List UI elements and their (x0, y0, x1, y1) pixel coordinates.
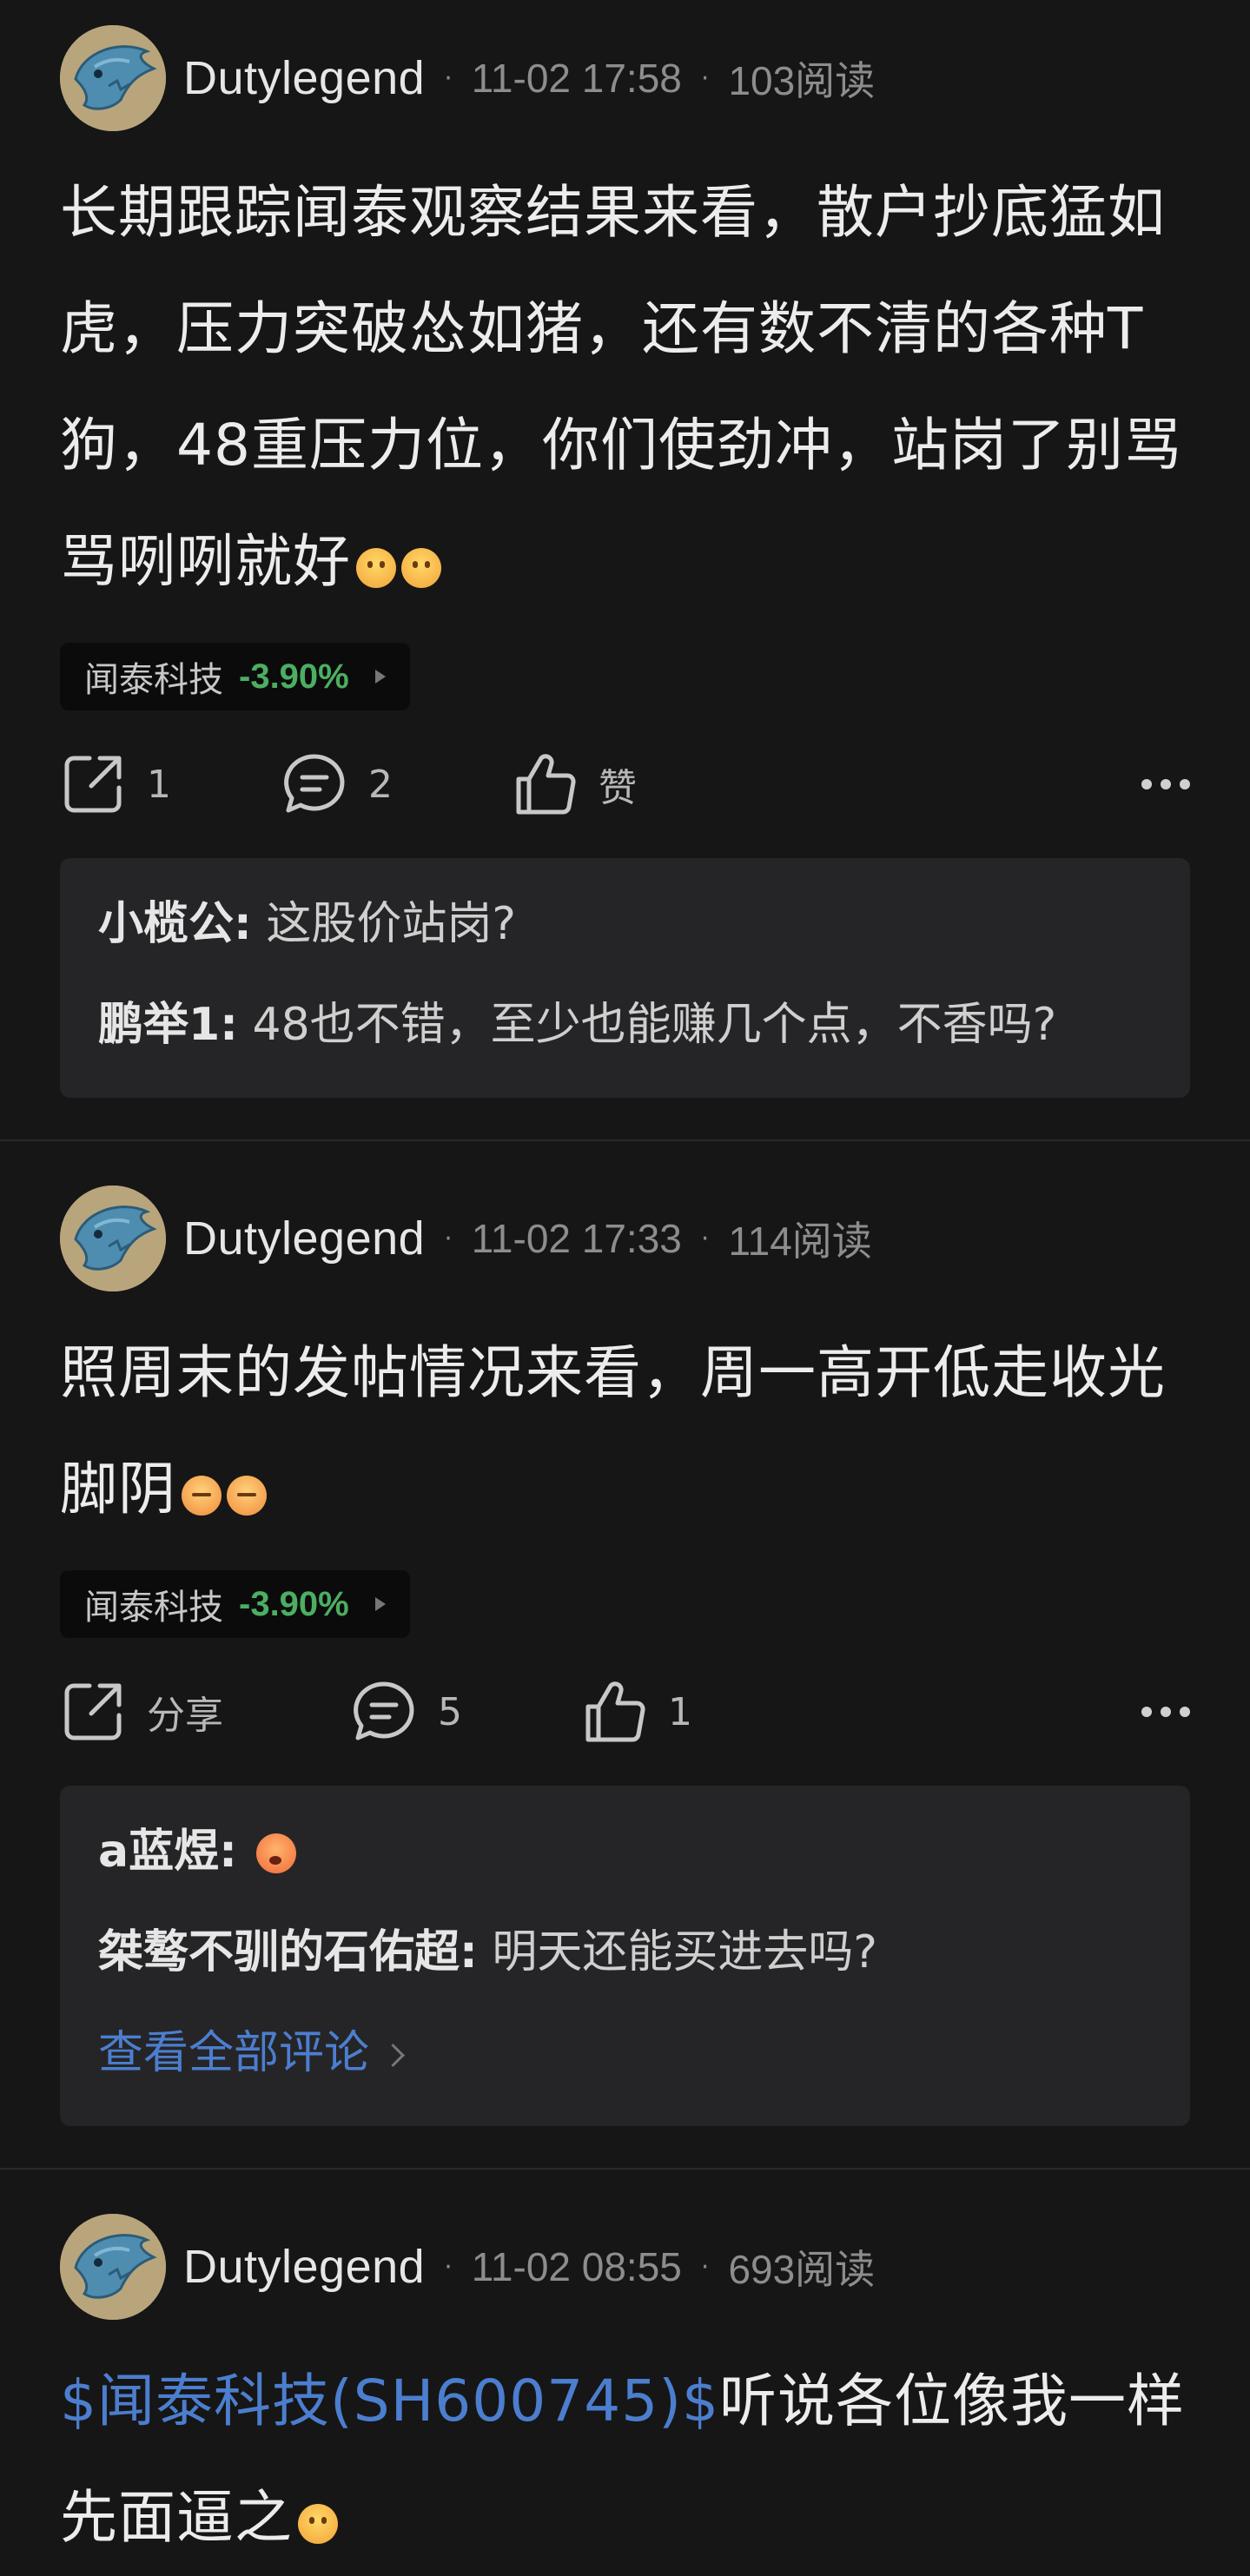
stock-name: 闻泰科技 (84, 660, 223, 700)
chevron-right-icon (381, 2043, 405, 2067)
share-count: 1 (147, 762, 171, 807)
separator-dot: · (700, 63, 710, 94)
separator-dot: · (444, 63, 453, 94)
post-time: 11-02 17:33 (471, 1216, 682, 1261)
post-time: 11-02 17:58 (471, 56, 682, 101)
sleepy-face-emoji (227, 1476, 267, 1516)
comment-text: 这股价站岗? (266, 898, 516, 950)
post-time: 11-02 08:55 (471, 2244, 682, 2289)
like-button[interactable]: 1 (581, 1679, 692, 1745)
action-bar: 1 2 赞 (60, 710, 1190, 858)
stock-name: 闻泰科技 (84, 1588, 223, 1628)
separator-dot: · (700, 1223, 710, 1254)
stock-tag[interactable]: 闻泰科技 -3.90% (60, 643, 410, 710)
share-label: 分享 (147, 1694, 223, 1738)
comment-item[interactable]: a蓝煜: (98, 1801, 1152, 1902)
view-all-label: 查看全部评论 (98, 2027, 370, 2079)
commenter-name[interactable]: 桀骜不驯的石佑超: (98, 1926, 478, 1978)
post[interactable]: Dutylegend · 11-02 08:55 · 693阅读 $闻泰科技(S… (0, 2170, 1250, 2576)
comment-count: 2 (368, 762, 393, 807)
post-header: Dutylegend · 11-02 17:33 · 114阅读 (60, 1185, 1190, 1292)
stock-change: -3.90% (239, 657, 349, 696)
comment-icon (284, 754, 345, 813)
comment-item[interactable]: 桀骜不驯的石佑超: 明天还能买进去吗? (98, 1902, 1152, 2003)
play-arrow-icon (374, 670, 386, 684)
share-button[interactable]: 分享 (60, 1679, 351, 1745)
comment-preview-box[interactable]: a蓝煜: 桀骜不驯的石佑超: 明天还能买进去吗? 查看全部评论 (60, 1786, 1190, 2126)
post-content[interactable]: $闻泰科技(SH600745)$听说各位像我一样先面逼之 (60, 2343, 1190, 2576)
post-text: 长期跟踪闻泰观察结果来看，散户抄底猛如虎，压力突破怂如猪，还有数不清的各种T狗，… (60, 179, 1182, 595)
comment-item[interactable]: 小榄公: 这股价站岗? (98, 874, 1152, 974)
smiling-face-emoji (356, 548, 396, 588)
thumbs-up-icon (516, 754, 576, 815)
read-count: 103阅读 (728, 58, 876, 103)
author-name[interactable]: Dutylegend (183, 51, 425, 105)
flushed-face-emoji (256, 1833, 297, 1873)
thumbs-up-icon (585, 1681, 645, 1742)
post-content[interactable]: 长期跟踪闻泰观察结果来看，散户抄底猛如虎，压力突破怂如猪，还有数不清的各种T狗，… (60, 155, 1190, 620)
comment-text: 明天还能买进去吗? (492, 1926, 877, 1978)
separator-dot: · (444, 2251, 453, 2282)
post[interactable]: Dutylegend · 11-02 17:33 · 114阅读 照周末的发帖情… (0, 1141, 1250, 2168)
post[interactable]: Dutylegend · 11-02 17:58 · 103阅读 长期跟踪闻泰观… (0, 0, 1250, 1139)
author-name[interactable]: Dutylegend (183, 1212, 425, 1265)
post-content[interactable]: 照周末的发帖情况来看，周一高开低走收光脚阴 (60, 1315, 1190, 1548)
comment-count: 5 (438, 1689, 462, 1734)
more-icon[interactable] (1141, 779, 1190, 789)
post-text: 照周末的发帖情况来看，周一高开低走收光脚阴 (60, 1339, 1166, 1522)
comment-icon (354, 1681, 414, 1740)
comment-text: 48也不错，至少也能赚几个点，不香吗? (252, 999, 1057, 1051)
post-header: Dutylegend · 11-02 08:55 · 693阅读 (60, 2213, 1190, 2321)
stock-change: -3.90% (239, 1584, 349, 1623)
smiling-face-emoji (401, 548, 441, 588)
stock-tag[interactable]: 闻泰科技 -3.90% (60, 1570, 410, 1638)
action-bar: 分享 5 1 (60, 1638, 1190, 1786)
like-count: 1 (668, 1689, 692, 1734)
like-label: 赞 (599, 766, 637, 810)
sleepy-face-emoji (182, 1476, 222, 1516)
avatar-fish-icon (60, 25, 166, 131)
author-name[interactable]: Dutylegend (183, 2240, 425, 2294)
post-header: Dutylegend · 11-02 17:58 · 103阅读 (60, 24, 1190, 132)
avatar-fish-icon (60, 1186, 166, 1291)
share-icon (64, 756, 122, 813)
share-icon (64, 1683, 122, 1740)
avatar[interactable] (60, 25, 166, 131)
separator-dot: · (700, 2251, 710, 2282)
commenter-name[interactable]: 小榄公: (98, 898, 252, 950)
avatar[interactable] (60, 1186, 166, 1291)
share-button[interactable]: 1 (60, 751, 281, 817)
stock-mention-link[interactable]: $闻泰科技(SH600745)$ (60, 2368, 719, 2434)
comment-item[interactable]: 鹏举1: 48也不错，至少也能赚几个点，不香吗? (98, 974, 1152, 1075)
more-icon[interactable] (1141, 1707, 1190, 1717)
separator-dot: · (444, 1223, 453, 1254)
avatar-fish-icon (60, 2214, 166, 2320)
play-arrow-icon (374, 1597, 386, 1611)
view-all-comments-link[interactable]: 查看全部评论 (98, 2003, 1152, 2104)
like-button[interactable]: 赞 (512, 751, 637, 817)
comment-button[interactable]: 2 (281, 751, 512, 817)
smiling-face-emoji (298, 2504, 338, 2544)
comment-button[interactable]: 5 (351, 1679, 581, 1745)
commenter-name[interactable]: a蓝煜: (98, 1826, 237, 1878)
read-count: 114阅读 (728, 1219, 872, 1264)
read-count: 693阅读 (728, 2247, 876, 2292)
commenter-name[interactable]: 鹏举1: (98, 999, 238, 1051)
comment-preview-box[interactable]: 小榄公: 这股价站岗? 鹏举1: 48也不错，至少也能赚几个点，不香吗? (60, 858, 1190, 1098)
avatar[interactable] (60, 2214, 166, 2320)
